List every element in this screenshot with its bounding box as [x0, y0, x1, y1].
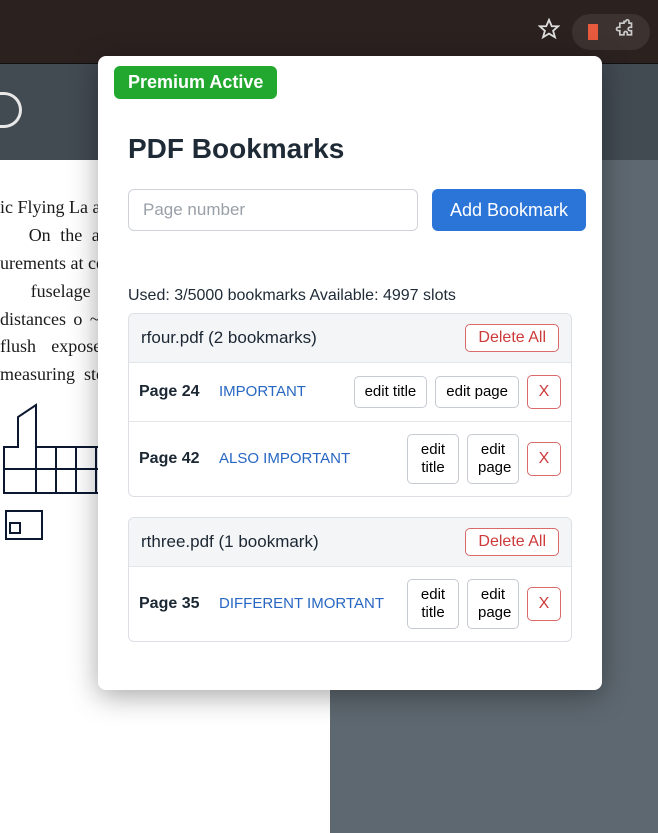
extensions-icon[interactable] [614, 19, 634, 44]
page-number-input[interactable] [128, 189, 418, 231]
add-bookmark-row: Add Bookmark [128, 189, 586, 231]
bookmark-ext-icon[interactable] [588, 24, 598, 40]
bookmark-row: Page 42 ALSO IMPORTANT edit titleedit page… [129, 421, 571, 496]
delete-bookmark-button[interactable]: X [527, 442, 561, 476]
delete-bookmark-button[interactable]: X [527, 587, 561, 621]
edit-page-button[interactable]: edit page [467, 434, 519, 484]
file-header: rfour.pdf (2 bookmarks) Delete All [129, 314, 571, 362]
add-bookmark-button[interactable]: Add Bookmark [432, 189, 586, 231]
file-name: rfour.pdf (2 bookmarks) [141, 328, 317, 348]
edit-title-button[interactable]: edit title [407, 434, 459, 484]
bookmark-page: Page 42 [139, 450, 211, 468]
bookmark-page: Page 35 [139, 595, 211, 613]
extension-popup: Premium Active PDF Bookmarks Add Bookmar… [98, 56, 602, 690]
bookmark-row: Page 24 IMPORTANT edit titleedit pageX [129, 362, 571, 421]
bookmark-title[interactable]: ALSO IMPORTANT [219, 449, 399, 469]
edit-page-button[interactable]: edit page [435, 376, 519, 408]
file-name: rthree.pdf (1 bookmark) [141, 532, 319, 552]
delete-bookmark-button[interactable]: X [527, 375, 561, 409]
bookmark-row: Page 35 DIFFERENT IMORTANT edit titleedit … [129, 566, 571, 641]
extension-pill [572, 14, 650, 50]
edit-title-button[interactable]: edit title [407, 579, 459, 629]
file-header: rthree.pdf (1 bookmark) Delete All [129, 518, 571, 566]
file-group: rthree.pdf (1 bookmark) Delete All Page 35… [128, 517, 572, 642]
bookmark-title[interactable]: DIFFERENT IMORTANT [219, 594, 399, 614]
edit-page-button[interactable]: edit page [467, 579, 519, 629]
partial-logo-icon [0, 92, 22, 128]
star-icon[interactable] [538, 18, 560, 45]
bookmark-page: Page 24 [139, 383, 211, 401]
usage-stats: Used: 3/5000 bookmarks Available: 4997 s… [128, 287, 586, 305]
delete-all-button[interactable]: Delete All [465, 528, 559, 556]
file-group: rfour.pdf (2 bookmarks) Delete All Page 24… [128, 313, 572, 497]
premium-badge: Premium Active [114, 66, 277, 99]
delete-all-button[interactable]: Delete All [465, 324, 559, 352]
edit-title-button[interactable]: edit title [354, 376, 428, 408]
bookmark-title[interactable]: IMPORTANT [219, 382, 346, 402]
popup-title: PDF Bookmarks [128, 133, 586, 165]
browser-toolbar [0, 0, 658, 64]
